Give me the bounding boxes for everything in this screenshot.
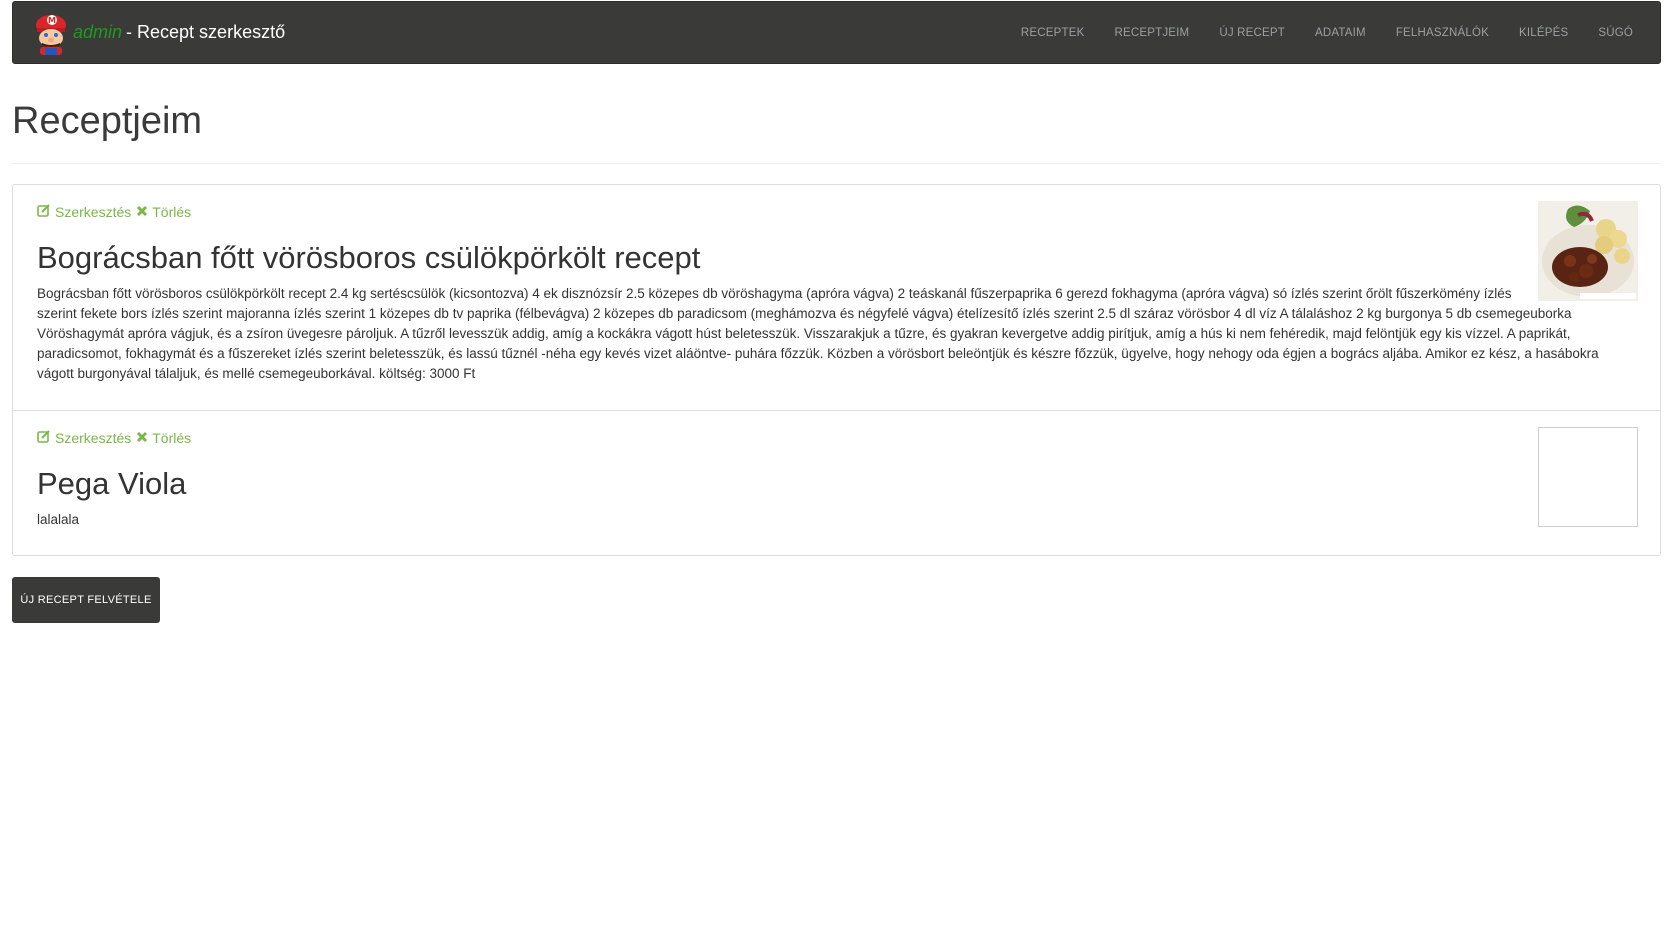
edit-icon [37,429,51,446]
top-navbar: M admin - Recept szerkesztő RECEPTEK REC… [12,1,1661,64]
recipe-description: lalalala [37,512,80,527]
edit-link[interactable]: Szerkesztés [37,429,131,446]
delete-link[interactable]: Törlés [136,204,191,220]
nav-sugo[interactable]: SÚGÓ [1583,27,1648,39]
recipe-actions: Szerkesztés Törlés [37,203,1532,220]
recipe-actions: Szerkesztés Törlés [37,429,1532,446]
avatar: M [31,11,71,55]
brand-title: - Recept szerkesztő [126,22,286,42]
recipe-title: Bográcsban főtt vörösboros csülökpörkölt… [37,240,701,275]
nav-uj-recept[interactable]: ÚJ RECEPT [1204,27,1300,39]
brand-username: admin [73,22,123,42]
recipe-item: Szerkesztés Törlés Bográcsban főtt vörös… [13,185,1660,410]
close-icon [136,204,148,220]
nav-felhasznalok[interactable]: FELHASZNÁLÓK [1381,27,1504,39]
brand-link[interactable]: M admin - Recept szerkesztő [31,11,285,55]
nav-adataim[interactable]: ADATAIM [1300,27,1381,39]
delete-link[interactable]: Törlés [136,430,191,446]
nav-menu: RECEPTEK RECEPTJEIM ÚJ RECEPT ADATAIM FE… [1006,27,1648,39]
edit-label: Szerkesztés [55,203,132,220]
recipe-thumbnail [1538,427,1638,527]
new-recipe-button[interactable]: ÚJ RECEPT FELVÉTELE [12,577,160,623]
delete-label: Törlés [152,429,192,446]
nav-receptek[interactable]: RECEPTEK [1006,27,1100,39]
edit-link[interactable]: Szerkesztés [37,203,131,220]
recipe-description: Bográcsban főtt vörösboros csülökpörkölt… [37,286,1599,381]
edit-icon [37,203,51,220]
close-icon [136,430,148,446]
page-title: Receptjeim [12,100,203,142]
delete-label: Törlés [152,203,192,220]
nav-receptjeim[interactable]: RECEPTJEIM [1099,27,1204,39]
title-divider [12,163,1661,164]
recipe-title: Pega Viola [37,466,187,501]
recipe-item: Szerkesztés Törlés Pega Viola lalalala [13,410,1660,555]
svg-text:M: M [48,16,56,25]
recipe-list: Szerkesztés Törlés Bográcsban főtt vörös… [12,184,1661,556]
recipe-thumbnail [1538,201,1638,301]
nav-kilepes[interactable]: KILÉPÉS [1504,27,1583,39]
edit-label: Szerkesztés [55,429,132,446]
